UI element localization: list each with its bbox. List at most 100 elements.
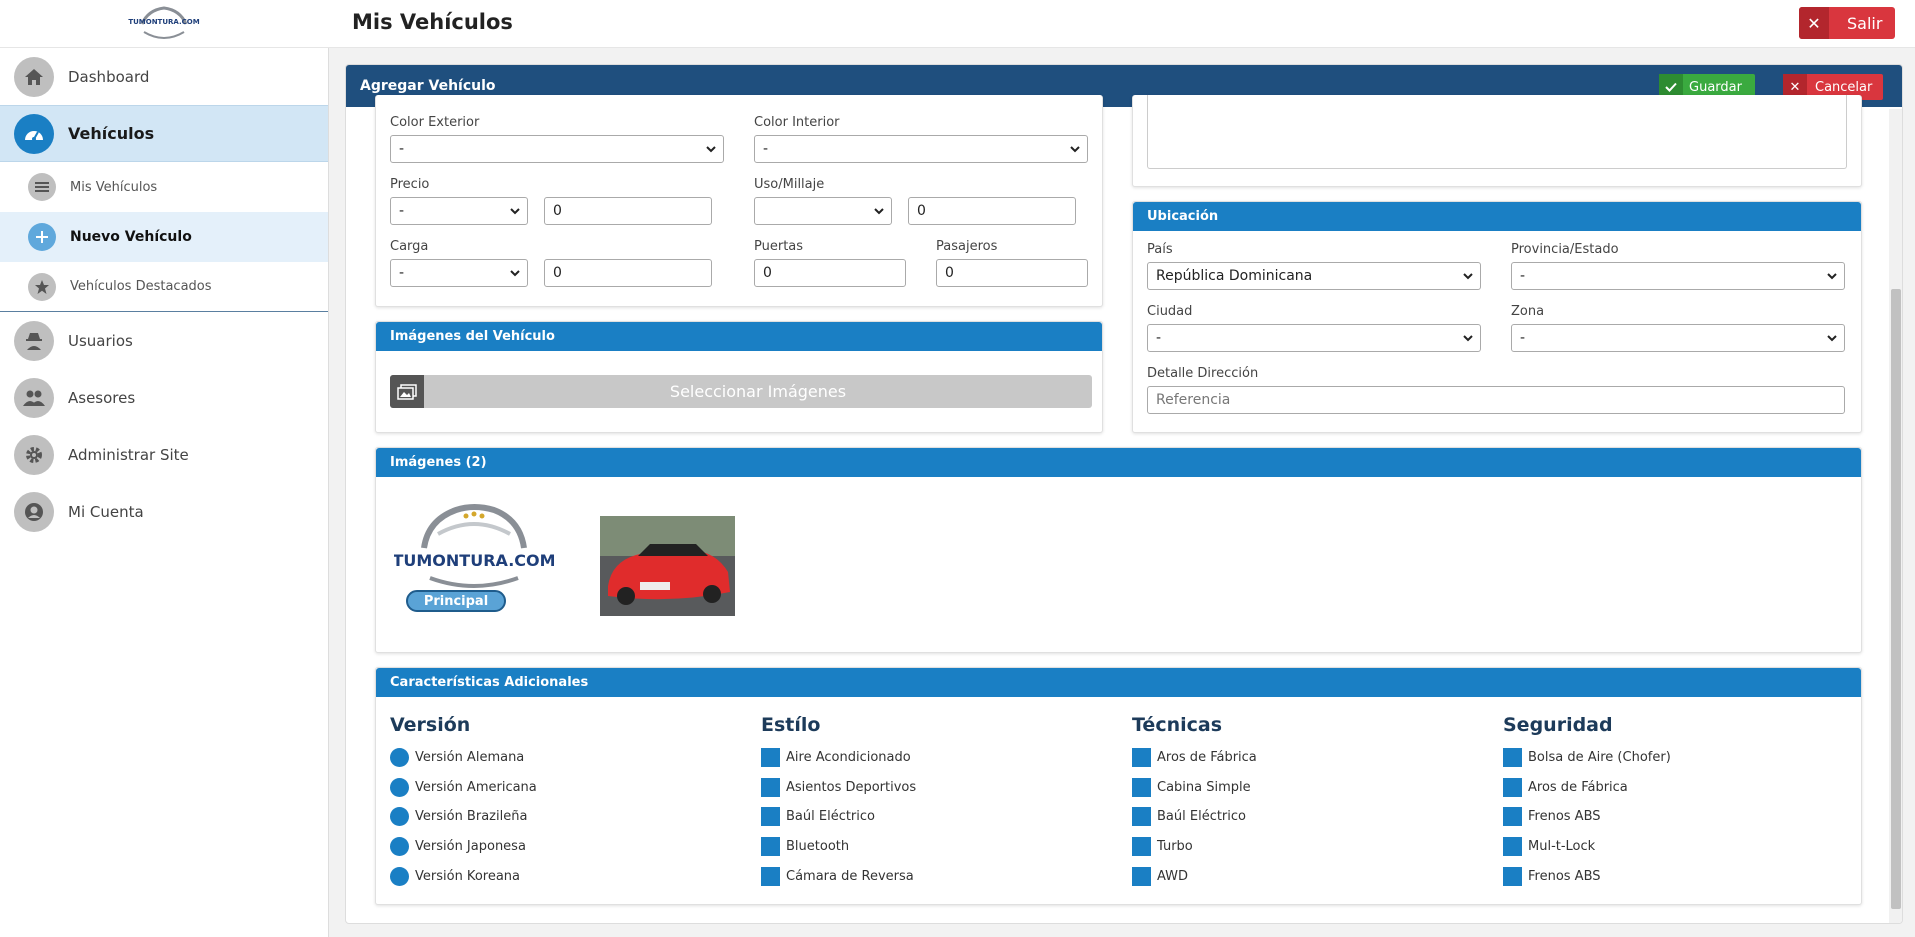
sidebar-item-administrar-site[interactable]: Administrar Site: [0, 426, 328, 483]
checkbox-icon: [1503, 748, 1522, 767]
scrollbar[interactable]: [1889, 109, 1902, 923]
carga-unit-select[interactable]: -: [390, 259, 528, 287]
image-thumbnail-logo[interactable]: TUMONTURA.COM Principal: [392, 486, 556, 634]
color-exterior-select[interactable]: -: [390, 135, 724, 163]
sidebar-item-mi-cuenta[interactable]: Mi Cuenta: [0, 483, 328, 540]
pais-value: República Dominicana: [1156, 268, 1313, 284]
image-thumbnail-car[interactable]: [600, 516, 735, 616]
provincia-value: -: [1520, 268, 1526, 284]
chevron-down-icon: [510, 270, 520, 277]
feature-label: Aros de Fábrica: [1157, 750, 1257, 765]
scrollbar-thumb[interactable]: [1891, 289, 1901, 909]
feature-option[interactable]: Baúl Eléctrico: [1132, 807, 1246, 826]
feature-option[interactable]: Versión Brazileña: [390, 807, 527, 826]
description-textarea[interactable]: [1147, 95, 1847, 169]
ciudad-label: Ciudad: [1147, 304, 1193, 319]
radio-icon: [390, 778, 409, 797]
sidebar-subitem-destacados[interactable]: Vehículos Destacados: [0, 262, 328, 312]
speedometer-icon: [14, 113, 54, 154]
vehicle-images-header: Imágenes del Vehículo: [376, 322, 1102, 351]
sidebar-subitem-mis-vehiculos[interactable]: Mis Vehículos: [0, 162, 328, 212]
feature-label: Aire Acondicionado: [786, 750, 911, 765]
checkbox-icon: [761, 748, 780, 767]
features-card: Características Adicionales Versión Vers…: [375, 667, 1862, 905]
precio-input[interactable]: 0: [544, 197, 712, 225]
puertas-input[interactable]: 0: [754, 259, 906, 287]
feature-label: Aros de Fábrica: [1528, 780, 1628, 795]
detalle-label: Detalle Dirección: [1147, 366, 1259, 381]
vehicle-images-card: Imágenes del Vehículo Seleccionar Imágen…: [375, 321, 1103, 433]
color-exterior-label: Color Exterior: [390, 115, 480, 130]
feature-option[interactable]: Turbo: [1132, 837, 1193, 856]
feature-label: Cabina Simple: [1157, 780, 1251, 795]
uso-input[interactable]: 0: [908, 197, 1076, 225]
list-icon: [28, 173, 56, 201]
currency-select[interactable]: -: [390, 197, 528, 225]
panel-title: Agregar Vehículo: [360, 78, 496, 94]
chevron-down-icon: [1827, 335, 1837, 342]
feature-label: Asientos Deportivos: [786, 780, 917, 795]
pais-select[interactable]: República Dominicana: [1147, 262, 1481, 290]
feature-option[interactable]: Mul-t-Lock: [1503, 837, 1595, 856]
feature-option[interactable]: Versión Alemana: [390, 748, 524, 767]
image-gallery-icon: [390, 375, 424, 408]
feature-option[interactable]: Aros de Fábrica: [1132, 748, 1257, 767]
zona-select[interactable]: -: [1511, 324, 1845, 352]
svg-text:TUMONTURA.COM: TUMONTURA.COM: [128, 18, 199, 26]
close-icon: ✕: [1799, 7, 1829, 39]
logo[interactable]: TUMONTURA.COM: [124, 2, 204, 42]
location-card: Ubicación País República Dominicana Prov…: [1132, 201, 1862, 433]
feature-option[interactable]: Versión Koreana: [390, 867, 520, 886]
feature-option[interactable]: Frenos ABS: [1503, 807, 1601, 826]
feature-label: Mul-t-Lock: [1528, 839, 1596, 854]
feature-option[interactable]: AWD: [1132, 867, 1188, 886]
sidebar: Dashboard Vehículos Mis Vehículos Nuevo …: [0, 48, 329, 937]
detalle-input[interactable]: Referencia: [1147, 386, 1845, 414]
color-interior-value: -: [763, 141, 769, 157]
sidebar-subitem-nuevo-vehiculo[interactable]: Nuevo Vehículo: [0, 212, 328, 262]
sidebar-item-usuarios[interactable]: Usuarios: [0, 312, 328, 369]
feature-label: Baúl Eléctrico: [786, 809, 875, 824]
feature-option[interactable]: Versión Americana: [390, 778, 537, 797]
uso-unit-select[interactable]: [754, 197, 892, 225]
sidebar-item-dashboard[interactable]: Dashboard: [0, 48, 328, 105]
feature-option[interactable]: Aros de Fábrica: [1503, 778, 1628, 797]
radio-icon: [390, 807, 409, 826]
feature-option[interactable]: Baúl Eléctrico: [761, 807, 875, 826]
sidebar-item-asesores[interactable]: Asesores: [0, 369, 328, 426]
vehicle-details-card: Color Exterior - Color Interior - Precio…: [375, 95, 1103, 307]
provincia-select[interactable]: -: [1511, 262, 1845, 290]
checkbox-icon: [1503, 837, 1522, 856]
ciudad-select[interactable]: -: [1147, 324, 1481, 352]
feature-option[interactable]: Cámara de Reversa: [761, 867, 914, 886]
pais-label: País: [1147, 242, 1173, 257]
color-interior-select[interactable]: -: [754, 135, 1088, 163]
sidebar-item-vehiculos[interactable]: Vehículos: [0, 105, 328, 162]
feature-option[interactable]: Bolsa de Aire (Chofer): [1503, 748, 1671, 767]
checkbox-icon: [1132, 778, 1151, 797]
location-card-header: Ubicación: [1133, 202, 1861, 231]
feature-option[interactable]: Frenos ABS: [1503, 867, 1601, 886]
checkbox-icon: [1132, 748, 1151, 767]
provincia-label: Provincia/Estado: [1511, 242, 1619, 257]
checkbox-icon: [1503, 867, 1522, 886]
zona-value: -: [1520, 330, 1526, 346]
feature-option[interactable]: Bluetooth: [761, 837, 849, 856]
feature-option[interactable]: Aire Acondicionado: [761, 748, 911, 767]
feature-option[interactable]: Cabina Simple: [1132, 778, 1251, 797]
sidebar-item-label: Vehículos: [68, 124, 155, 143]
pasajeros-input[interactable]: 0: [936, 259, 1088, 287]
precio-label: Precio: [390, 177, 430, 192]
checkbox-icon: [1132, 867, 1151, 886]
logout-button[interactable]: ✕ Salir: [1799, 7, 1895, 39]
sidebar-subitem-label: Nuevo Vehículo: [70, 229, 192, 245]
carga-input[interactable]: 0: [544, 259, 712, 287]
feature-label: Frenos ABS: [1528, 809, 1601, 824]
checkbox-icon: [761, 867, 780, 886]
chevron-down-icon: [1070, 146, 1080, 153]
uso-label: Uso/Millaje: [754, 177, 825, 192]
feature-option[interactable]: Asientos Deportivos: [761, 778, 916, 797]
select-images-button[interactable]: Seleccionar Imágenes: [390, 375, 1092, 408]
feature-option[interactable]: Versión Japonesa: [390, 837, 526, 856]
carga-unit-value: -: [399, 265, 405, 281]
